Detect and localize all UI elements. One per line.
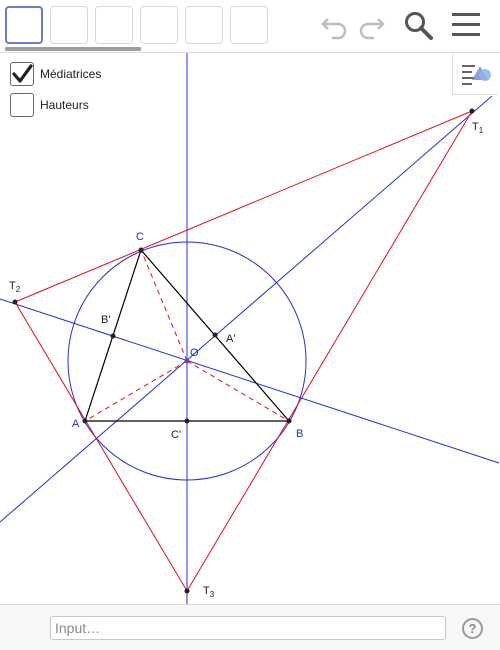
label-t1: T1 — [472, 121, 484, 135]
point-a-prime[interactable] — [212, 332, 218, 338]
point-c-prime[interactable] — [184, 418, 190, 424]
undo-icon[interactable] — [320, 10, 350, 40]
checkbox-mediatrices-box[interactable] — [10, 62, 34, 86]
label-t3: T3 — [203, 585, 215, 599]
tool-button-3[interactable] — [95, 6, 133, 44]
help-icon[interactable]: ? — [462, 618, 483, 639]
point-b[interactable] — [286, 418, 292, 424]
perpendicular-bisector-bc[interactable] — [0, 95, 493, 523]
label-b-prime: B' — [101, 314, 110, 326]
point-t2[interactable] — [12, 299, 18, 305]
label-a-prime: A' — [226, 333, 235, 345]
radius-oa[interactable] — [84, 360, 188, 422]
radius-oc[interactable] — [140, 249, 188, 362]
menu-icon[interactable] — [451, 12, 481, 38]
checkbox-hauteurs-box[interactable] — [10, 93, 34, 117]
tool-button-4[interactable] — [140, 6, 178, 44]
tangent-line-a[interactable] — [14, 301, 188, 592]
perpendicular-bisector-ca[interactable] — [0, 298, 500, 464]
toolbar — [0, 0, 500, 53]
redo-icon[interactable] — [356, 10, 386, 40]
input-bar: ? — [0, 604, 500, 650]
point-c[interactable] — [138, 247, 144, 253]
point-b-prime[interactable] — [110, 333, 116, 339]
point-t1[interactable] — [469, 108, 475, 114]
point-t3[interactable] — [184, 588, 190, 594]
style-bar-icon — [462, 65, 491, 85]
label-c-prime: C' — [171, 429, 181, 441]
radius-ob[interactable] — [186, 360, 290, 422]
checkmark-icon — [12, 64, 33, 83]
algebra-input[interactable] — [50, 616, 446, 640]
label-a: A — [72, 418, 80, 430]
tool-group-indicator — [5, 47, 141, 51]
tangent-line-c[interactable] — [14, 110, 473, 303]
tangent-line-b[interactable] — [186, 110, 473, 592]
label-c: C — [136, 231, 144, 243]
label-o: O — [190, 347, 199, 359]
checkbox-mediatrices-label: Médiatrices — [40, 67, 102, 81]
search-icon[interactable] — [403, 10, 435, 42]
tool-button-1[interactable] — [5, 6, 43, 44]
tool-button-5[interactable] — [185, 6, 223, 44]
checkbox-hauteurs[interactable]: Hauteurs — [10, 93, 89, 117]
tool-button-2[interactable] — [50, 6, 88, 44]
label-t2: T2 — [9, 280, 21, 294]
checkbox-hauteurs-label: Hauteurs — [40, 98, 89, 112]
tool-button-6[interactable] — [230, 6, 268, 44]
label-b: B — [296, 428, 303, 440]
point-a[interactable] — [82, 418, 88, 424]
point-o[interactable] — [184, 358, 190, 364]
graphics-view[interactable]: A B C O A' B' C' T1 T2 T3 — [0, 53, 500, 604]
style-bar-button[interactable] — [452, 53, 498, 95]
checkbox-mediatrices[interactable]: Médiatrices — [10, 62, 101, 86]
